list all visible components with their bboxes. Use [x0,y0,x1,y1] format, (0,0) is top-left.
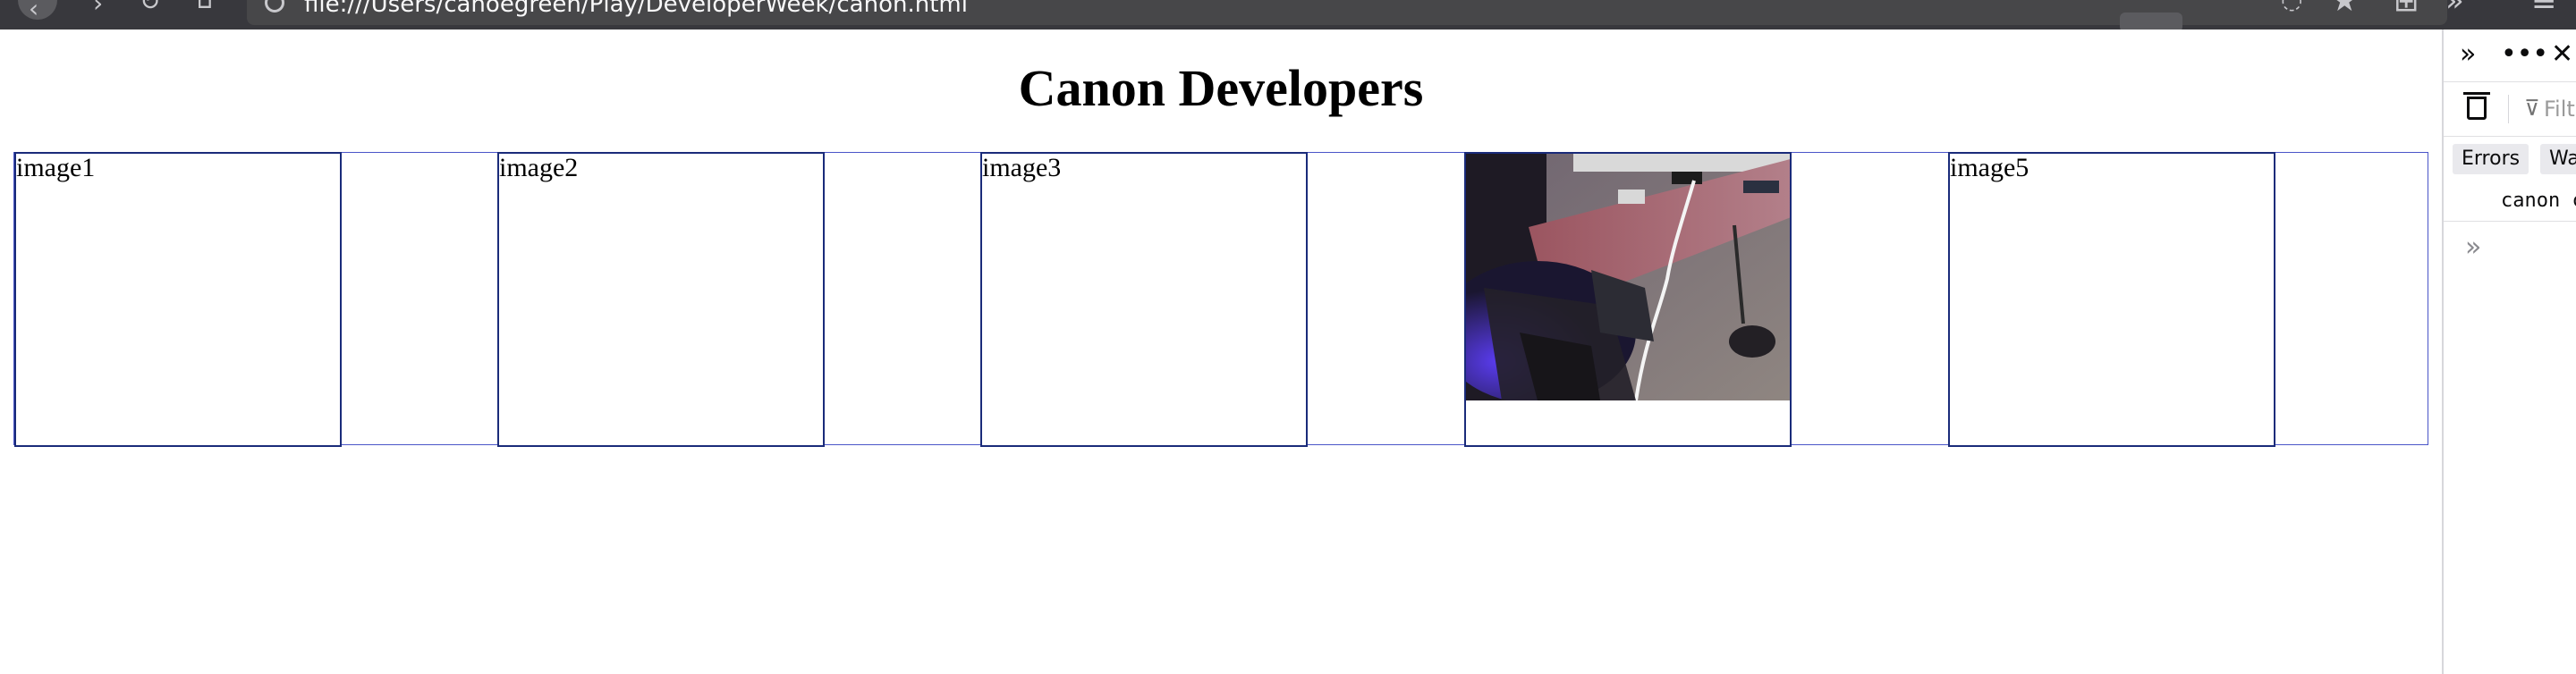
image-alt-text: image5 [1950,153,2029,182]
image-tile-4[interactable] [1464,152,1792,447]
console-filter-bar: ⊽ Filt [2444,81,2576,137]
page-title: Canon Developers [1018,59,1424,117]
info-icon[interactable] [265,0,284,13]
filter-input[interactable]: Filt [2544,97,2575,122]
tab-warnings[interactable]: War [2540,144,2576,174]
page-viewport: Canon Developers image1 image2 image3 im… [0,29,2442,674]
forward-icon[interactable]: › [93,0,103,16]
image-tile-3[interactable]: image3 [980,152,1308,447]
devtools-toolbar: » ••• ✕ [2444,29,2576,81]
address-bar[interactable]: file:///Users/canoegreen/Play/DeveloperW… [247,0,2447,25]
star-icon[interactable]: ★ [2331,0,2358,16]
close-icon[interactable]: ✕ [2551,37,2573,72]
image-tile-5[interactable]: image5 [1948,152,2275,447]
console-log-row: canon c [2444,181,2576,222]
devtools-console-panel: » ••• ✕ ⊽ Filt Errors War canon c » [2442,29,2576,674]
image-alt-text: image1 [16,153,96,182]
filter-icon: ⊽ [2524,96,2540,121]
prompt-icon[interactable]: » [2465,230,2481,265]
back-icon: ‹ [29,0,39,23]
reload-icon[interactable]: ↻ [140,0,160,14]
image-tile-1[interactable]: image1 [14,152,342,447]
back-button[interactable]: ‹ [18,0,57,23]
console-log-text: canon c [2501,190,2576,212]
account-icon[interactable]: ◌ [2281,0,2302,13]
browser-toolbar: ‹ › ↻ ⌂ file:///Users/canoegreen/Play/De… [0,0,2576,29]
image-alt-text: image2 [499,153,579,182]
trash-icon[interactable] [2463,92,2490,120]
console-level-tabs: Errors War [2444,135,2576,180]
home-icon[interactable]: ⌂ [197,0,213,13]
more-icon[interactable]: ••• [2501,37,2548,72]
image-gallery: image1 image2 image3 image5 [13,152,2428,447]
image-alt-text: image3 [982,153,1062,182]
zoom-badge[interactable] [2120,13,2182,29]
tab-errors[interactable]: Errors [2453,144,2529,174]
image-tile-2[interactable]: image2 [497,152,825,447]
expand-icon[interactable]: » [2460,37,2476,72]
url-text[interactable]: file:///Users/canoegreen/Play/DeveloperW… [304,0,968,18]
toolbar-divider [2508,95,2509,123]
extensions-icon[interactable]: ⊞ [2394,0,2419,16]
menu-icon[interactable]: ≡ [2531,0,2557,16]
overflow-icon[interactable]: » [2445,0,2464,16]
photo-image [1466,154,1790,400]
